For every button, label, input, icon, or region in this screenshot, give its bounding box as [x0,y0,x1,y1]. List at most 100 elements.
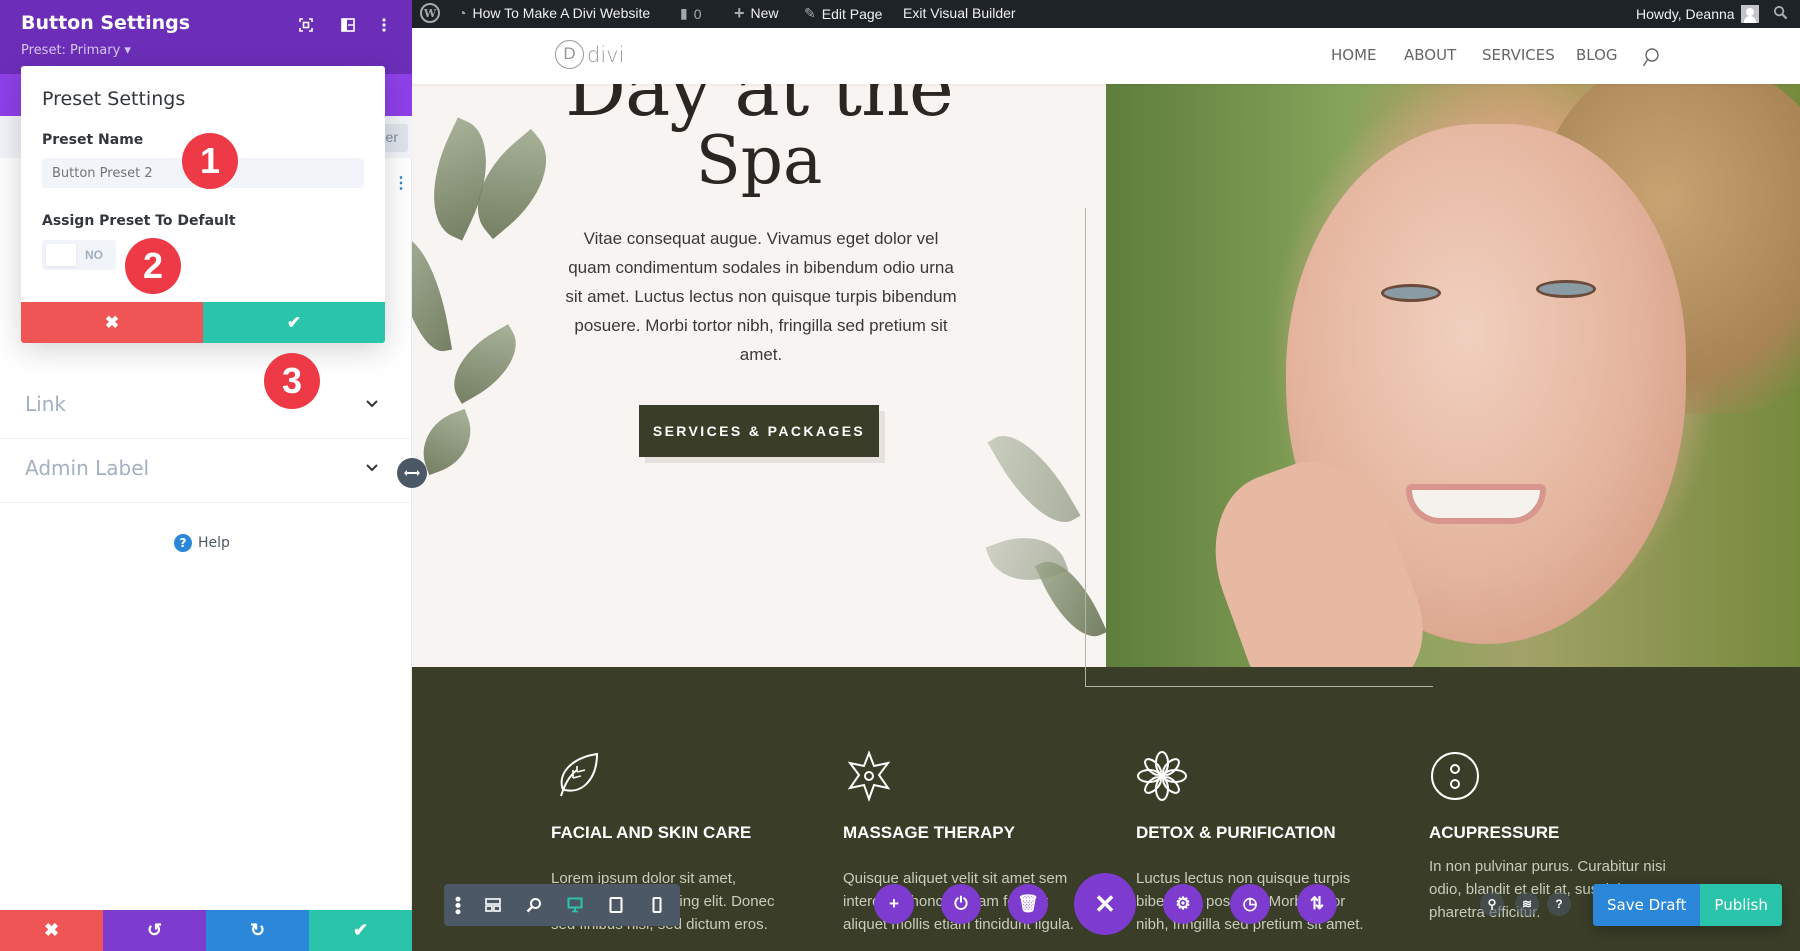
portability-button[interactable]: ⏻ [941,884,981,924]
group-options-icon[interactable]: ⋮ [393,176,409,192]
edit-page-link[interactable]: ✎ Edit Page [804,5,882,22]
account-menu[interactable]: Howdy, Deanna [1636,5,1759,23]
service-title: ACUPRESSURE [1429,823,1560,842]
sort-arrows-icon: ⇅ [1309,894,1325,913]
help-button[interactable]: ? [1547,892,1571,916]
leaf-icon [560,752,599,797]
service-title: DETOX & PURIFICATION [1136,823,1336,842]
save-controls: Save Draft Publish [1593,884,1782,926]
screenshot-icon [299,18,313,32]
tablet-icon [609,897,622,913]
page-settings-button[interactable]: ⚙ [1163,884,1203,924]
cancel-preset-button[interactable]: ✖ [21,302,203,343]
site-header: D divi HOME ABOUT SERVICES BLOG [412,28,1800,84]
services-packages-button[interactable]: SERVICES & PACKAGES [639,405,879,457]
edit-page-label: Edit Page [821,5,883,22]
clock-icon: ◷ [1242,894,1258,913]
search-icon: ⚲ [1487,897,1497,911]
section-toggle-link[interactable]: Link [0,375,412,439]
layers-button[interactable]: ≋ [1515,892,1539,916]
more-options-button[interactable] [374,15,394,35]
site-logo[interactable]: D divi [555,40,624,69]
close-builder-button[interactable]: ✕ [1074,873,1136,935]
exit-label: Exit Visual Builder [903,5,1016,21]
tablet-mode-button[interactable] [595,884,636,926]
site-name-menu[interactable]: ◔ How To Make A Divi Website [458,5,650,21]
history-button[interactable]: ◷ [1230,884,1270,924]
preset-settings-modal: Preset Settings Preset Name Assign Prese… [21,66,385,343]
desktop-mode-button[interactable] [554,884,595,926]
comments-menu[interactable]: ▮ 0 [680,5,702,22]
add-section-button[interactable]: + [874,884,914,924]
annotation-badge-1: 1 [182,133,238,189]
wp-admin-bar: W ◔ How To Make A Divi Website ▮ 0 + New… [412,0,1800,28]
decorative-leaf [987,420,1081,538]
view-mode-bar: ••• [444,884,680,926]
assign-default-label: Assign Preset To Default [42,213,236,229]
publish-button[interactable]: Publish [1700,884,1782,926]
view-options-button[interactable]: ••• [444,884,472,926]
admin-search-button[interactable] [1773,5,1788,20]
acupressure-icon [1431,752,1479,800]
section-label: Link [25,392,66,416]
divi-visual-builder: W ◔ How To Make A Divi Website ▮ 0 + New… [0,0,1800,951]
panel-resize-handle[interactable] [397,458,427,488]
close-icon: ✖ [104,312,120,332]
assign-default-toggle[interactable]: NO [42,240,116,270]
nav-home[interactable]: HOME [1331,46,1377,64]
desktop-icon [567,897,582,913]
decorative-leaf [1034,550,1106,648]
photo-eye [1381,284,1441,302]
panel-title: Button Settings [21,12,191,34]
photo-eye [1536,280,1596,298]
save-draft-button[interactable]: Save Draft [1593,884,1701,926]
section-toggle-admin-label[interactable]: Admin Label [0,439,412,503]
zoom-mode-button[interactable] [513,884,554,926]
question-icon: ? [1555,897,1563,911]
save-changes-button[interactable]: ✔ [309,910,412,951]
toggle-knob [46,244,76,266]
phone-mode-button[interactable] [636,884,677,926]
snapshot-button[interactable] [296,15,316,35]
new-content-menu[interactable]: + New [734,3,779,23]
trash-icon: 🗑 [1017,894,1039,913]
modal-actions: ✖ ✔ [21,302,385,343]
logo-word: divi [587,42,625,67]
nav-blog[interactable]: BLOG [1576,46,1618,64]
annotation-badge-2: 2 [125,238,181,294]
wordpress-icon: W [420,3,440,23]
confirm-preset-button[interactable]: ✔ [203,302,385,343]
exit-visual-builder-link[interactable]: Exit Visual Builder [903,5,1016,21]
plus-icon: + [734,3,745,23]
clear-layout-button[interactable]: 🗑 [1008,884,1048,924]
help-label: Help [198,535,230,551]
nav-search-button[interactable] [1642,48,1660,72]
wp-logo-menu[interactable]: W [420,3,440,23]
site-name: How To Make A Divi Website [472,5,651,21]
service-title: FACIAL AND SKIN CARE [551,823,752,842]
undo-icon: ↺ [146,920,163,940]
redo-button[interactable]: ↻ [206,910,309,951]
redo-icon: ↻ [249,920,266,940]
close-icon: ✖ [43,920,60,940]
nav-services[interactable]: SERVICES [1482,46,1555,64]
split-view-button[interactable] [338,15,358,35]
search-icon [1773,5,1788,20]
kebab-icon: ••• [448,895,468,915]
greeting: Howdy, Deanna [1636,6,1735,22]
hero-photo [1106,84,1800,667]
search-icon [1642,48,1659,67]
decorative-frame-line [1085,208,1086,686]
undo-button[interactable]: ↺ [103,910,206,951]
find-replace-button[interactable]: ⚲ [1480,892,1504,916]
import-export-button[interactable]: ⇅ [1297,884,1337,924]
power-icon: ⏻ [954,894,968,913]
nav-about[interactable]: ABOUT [1404,46,1456,64]
wireframe-icon [484,898,501,912]
preset-dropdown[interactable]: Preset: Primary ▾ [21,43,131,58]
discard-changes-button[interactable]: ✖ [0,910,103,951]
help-link[interactable]: ? Help [174,534,230,552]
wireframe-mode-button[interactable] [472,884,513,926]
split-view-icon [341,18,355,32]
layers-icon: ≋ [1521,897,1533,911]
